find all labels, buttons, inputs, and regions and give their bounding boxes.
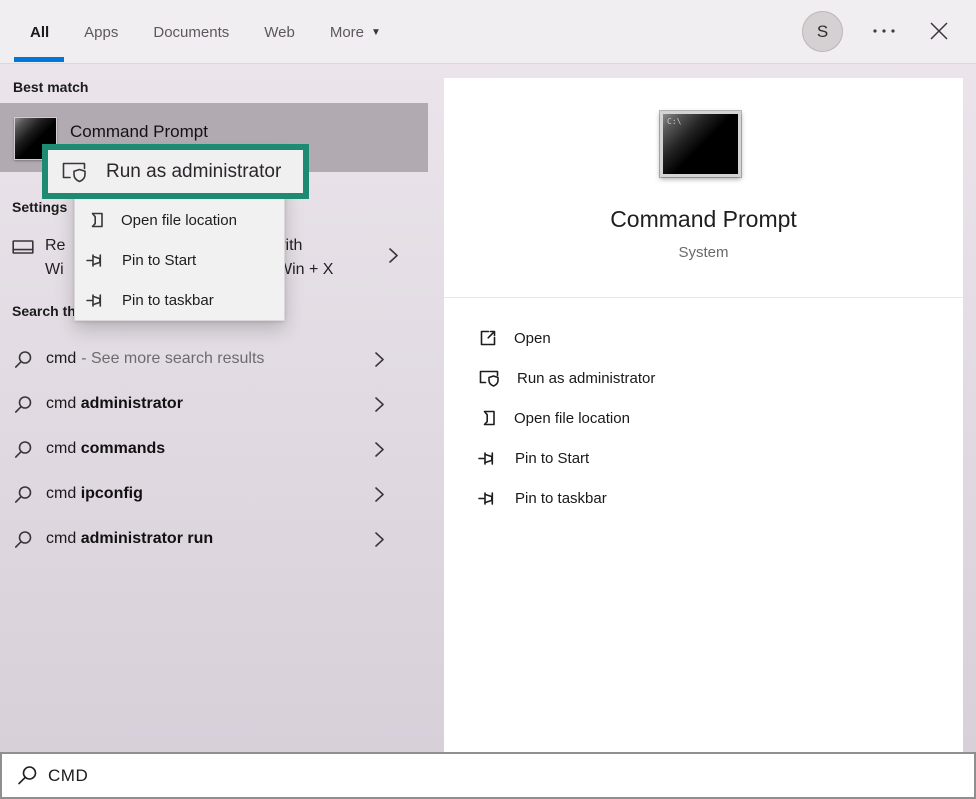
best-match-title: Command Prompt bbox=[70, 122, 208, 142]
tab-all[interactable]: All bbox=[30, 24, 49, 41]
tab-more-label: More bbox=[330, 24, 364, 41]
chevron-right-icon bbox=[374, 351, 385, 368]
chevron-right-icon bbox=[374, 396, 385, 413]
search-input[interactable] bbox=[48, 754, 908, 797]
close-button[interactable] bbox=[926, 17, 952, 45]
action-open[interactable]: Open bbox=[444, 318, 963, 358]
chevron-right-icon bbox=[388, 247, 399, 264]
settings-result-text-fragment: Re bbox=[45, 237, 65, 255]
search-filter-bar: All Apps Documents Web More ▼ S bbox=[0, 0, 976, 64]
search-icon bbox=[14, 350, 33, 369]
run-as-administrator-icon bbox=[478, 368, 501, 388]
annotation-highlight-box: Run as administrator bbox=[42, 144, 309, 199]
suggestion-text: cmd ipconfig bbox=[46, 485, 143, 503]
filter-tabs: All Apps Documents Web More ▼ bbox=[30, 0, 381, 64]
suggestion-row[interactable]: cmd ipconfig bbox=[0, 474, 420, 514]
search-icon bbox=[14, 395, 33, 414]
close-icon bbox=[928, 20, 950, 42]
window-icon bbox=[12, 239, 34, 257]
more-options-button[interactable] bbox=[872, 24, 896, 38]
preview-subtitle: System bbox=[444, 244, 963, 261]
suggestion-row[interactable]: cmd commands bbox=[0, 429, 420, 469]
chevron-right-icon bbox=[374, 441, 385, 458]
tab-documents[interactable]: Documents bbox=[153, 24, 229, 41]
suggestion-text: cmd administrator run bbox=[46, 530, 213, 548]
tab-web[interactable]: Web bbox=[264, 24, 295, 41]
action-open-file-location[interactable]: Open file location bbox=[444, 398, 963, 438]
suggestion-text: cmd commands bbox=[46, 440, 165, 458]
action-pin-to-taskbar[interactable]: Pin to taskbar bbox=[444, 478, 963, 518]
pin-icon bbox=[86, 253, 107, 268]
tab-more[interactable]: More ▼ bbox=[330, 24, 381, 41]
action-label: Open file location bbox=[514, 410, 630, 427]
active-tab-underline bbox=[14, 57, 64, 62]
action-label: Pin to Start bbox=[515, 450, 589, 467]
action-pin-to-start[interactable]: Pin to Start bbox=[444, 438, 963, 478]
suggestion-row[interactable]: cmd- See more search results bbox=[0, 339, 420, 379]
menu-item-run-as-administrator[interactable]: Run as administrator bbox=[106, 161, 281, 183]
preview-actions: Open Run as administrator Open file loca… bbox=[444, 318, 963, 518]
pin-icon bbox=[478, 451, 499, 466]
menu-item-label: Pin to Start bbox=[122, 252, 196, 269]
suggestion-row[interactable]: cmd administrator run bbox=[0, 519, 420, 559]
settings-result-text-fragment: Wi bbox=[45, 261, 64, 279]
suggestion-text: cmd administrator bbox=[46, 395, 183, 413]
chevron-down-icon: ▼ bbox=[371, 27, 381, 38]
open-icon bbox=[478, 328, 498, 348]
windows-search-flyout: All Apps Documents Web More ▼ S Best mat… bbox=[0, 0, 976, 799]
open-file-location-icon bbox=[86, 210, 106, 230]
chevron-right-icon bbox=[374, 531, 385, 548]
tab-apps[interactable]: Apps bbox=[84, 24, 118, 41]
menu-item-pin-to-start[interactable]: Pin to Start bbox=[75, 240, 284, 280]
run-as-administrator-icon bbox=[61, 160, 89, 184]
pin-icon bbox=[478, 491, 499, 506]
pin-icon bbox=[86, 293, 107, 308]
open-file-location-icon bbox=[478, 408, 498, 428]
menu-item-open-file-location[interactable]: Open file location bbox=[75, 200, 284, 240]
best-match-header: Best match bbox=[13, 79, 88, 95]
preview-panel: C:\ Command Prompt System Open Run as ad… bbox=[444, 78, 963, 752]
menu-item-label: Open file location bbox=[121, 212, 237, 229]
settings-result-text-fragment: Win + X bbox=[277, 261, 333, 279]
suggestion-row[interactable]: cmd administrator bbox=[0, 384, 420, 424]
search-suggestions: cmd- See more search results cmd adminis… bbox=[0, 339, 420, 564]
search-bar bbox=[0, 752, 976, 799]
action-label: Pin to taskbar bbox=[515, 490, 607, 507]
action-label: Run as administrator bbox=[517, 370, 655, 387]
preview-title: Command Prompt bbox=[444, 206, 963, 233]
menu-item-label: Pin to taskbar bbox=[122, 292, 214, 309]
ellipsis-icon bbox=[872, 27, 896, 35]
command-prompt-icon-text: C:\ bbox=[667, 117, 681, 126]
settings-header: Settings bbox=[12, 199, 67, 215]
divider bbox=[444, 297, 963, 298]
avatar[interactable]: S bbox=[802, 11, 843, 52]
menu-item-pin-to-taskbar[interactable]: Pin to taskbar bbox=[75, 280, 284, 320]
search-icon bbox=[14, 440, 33, 459]
search-icon bbox=[17, 765, 38, 786]
suggestion-text: cmd- See more search results bbox=[46, 350, 264, 368]
command-prompt-icon-large: C:\ bbox=[660, 111, 741, 177]
search-icon bbox=[14, 530, 33, 549]
chevron-right-icon bbox=[374, 486, 385, 503]
action-run-as-administrator[interactable]: Run as administrator bbox=[444, 358, 963, 398]
action-label: Open bbox=[514, 330, 551, 347]
search-icon bbox=[14, 485, 33, 504]
